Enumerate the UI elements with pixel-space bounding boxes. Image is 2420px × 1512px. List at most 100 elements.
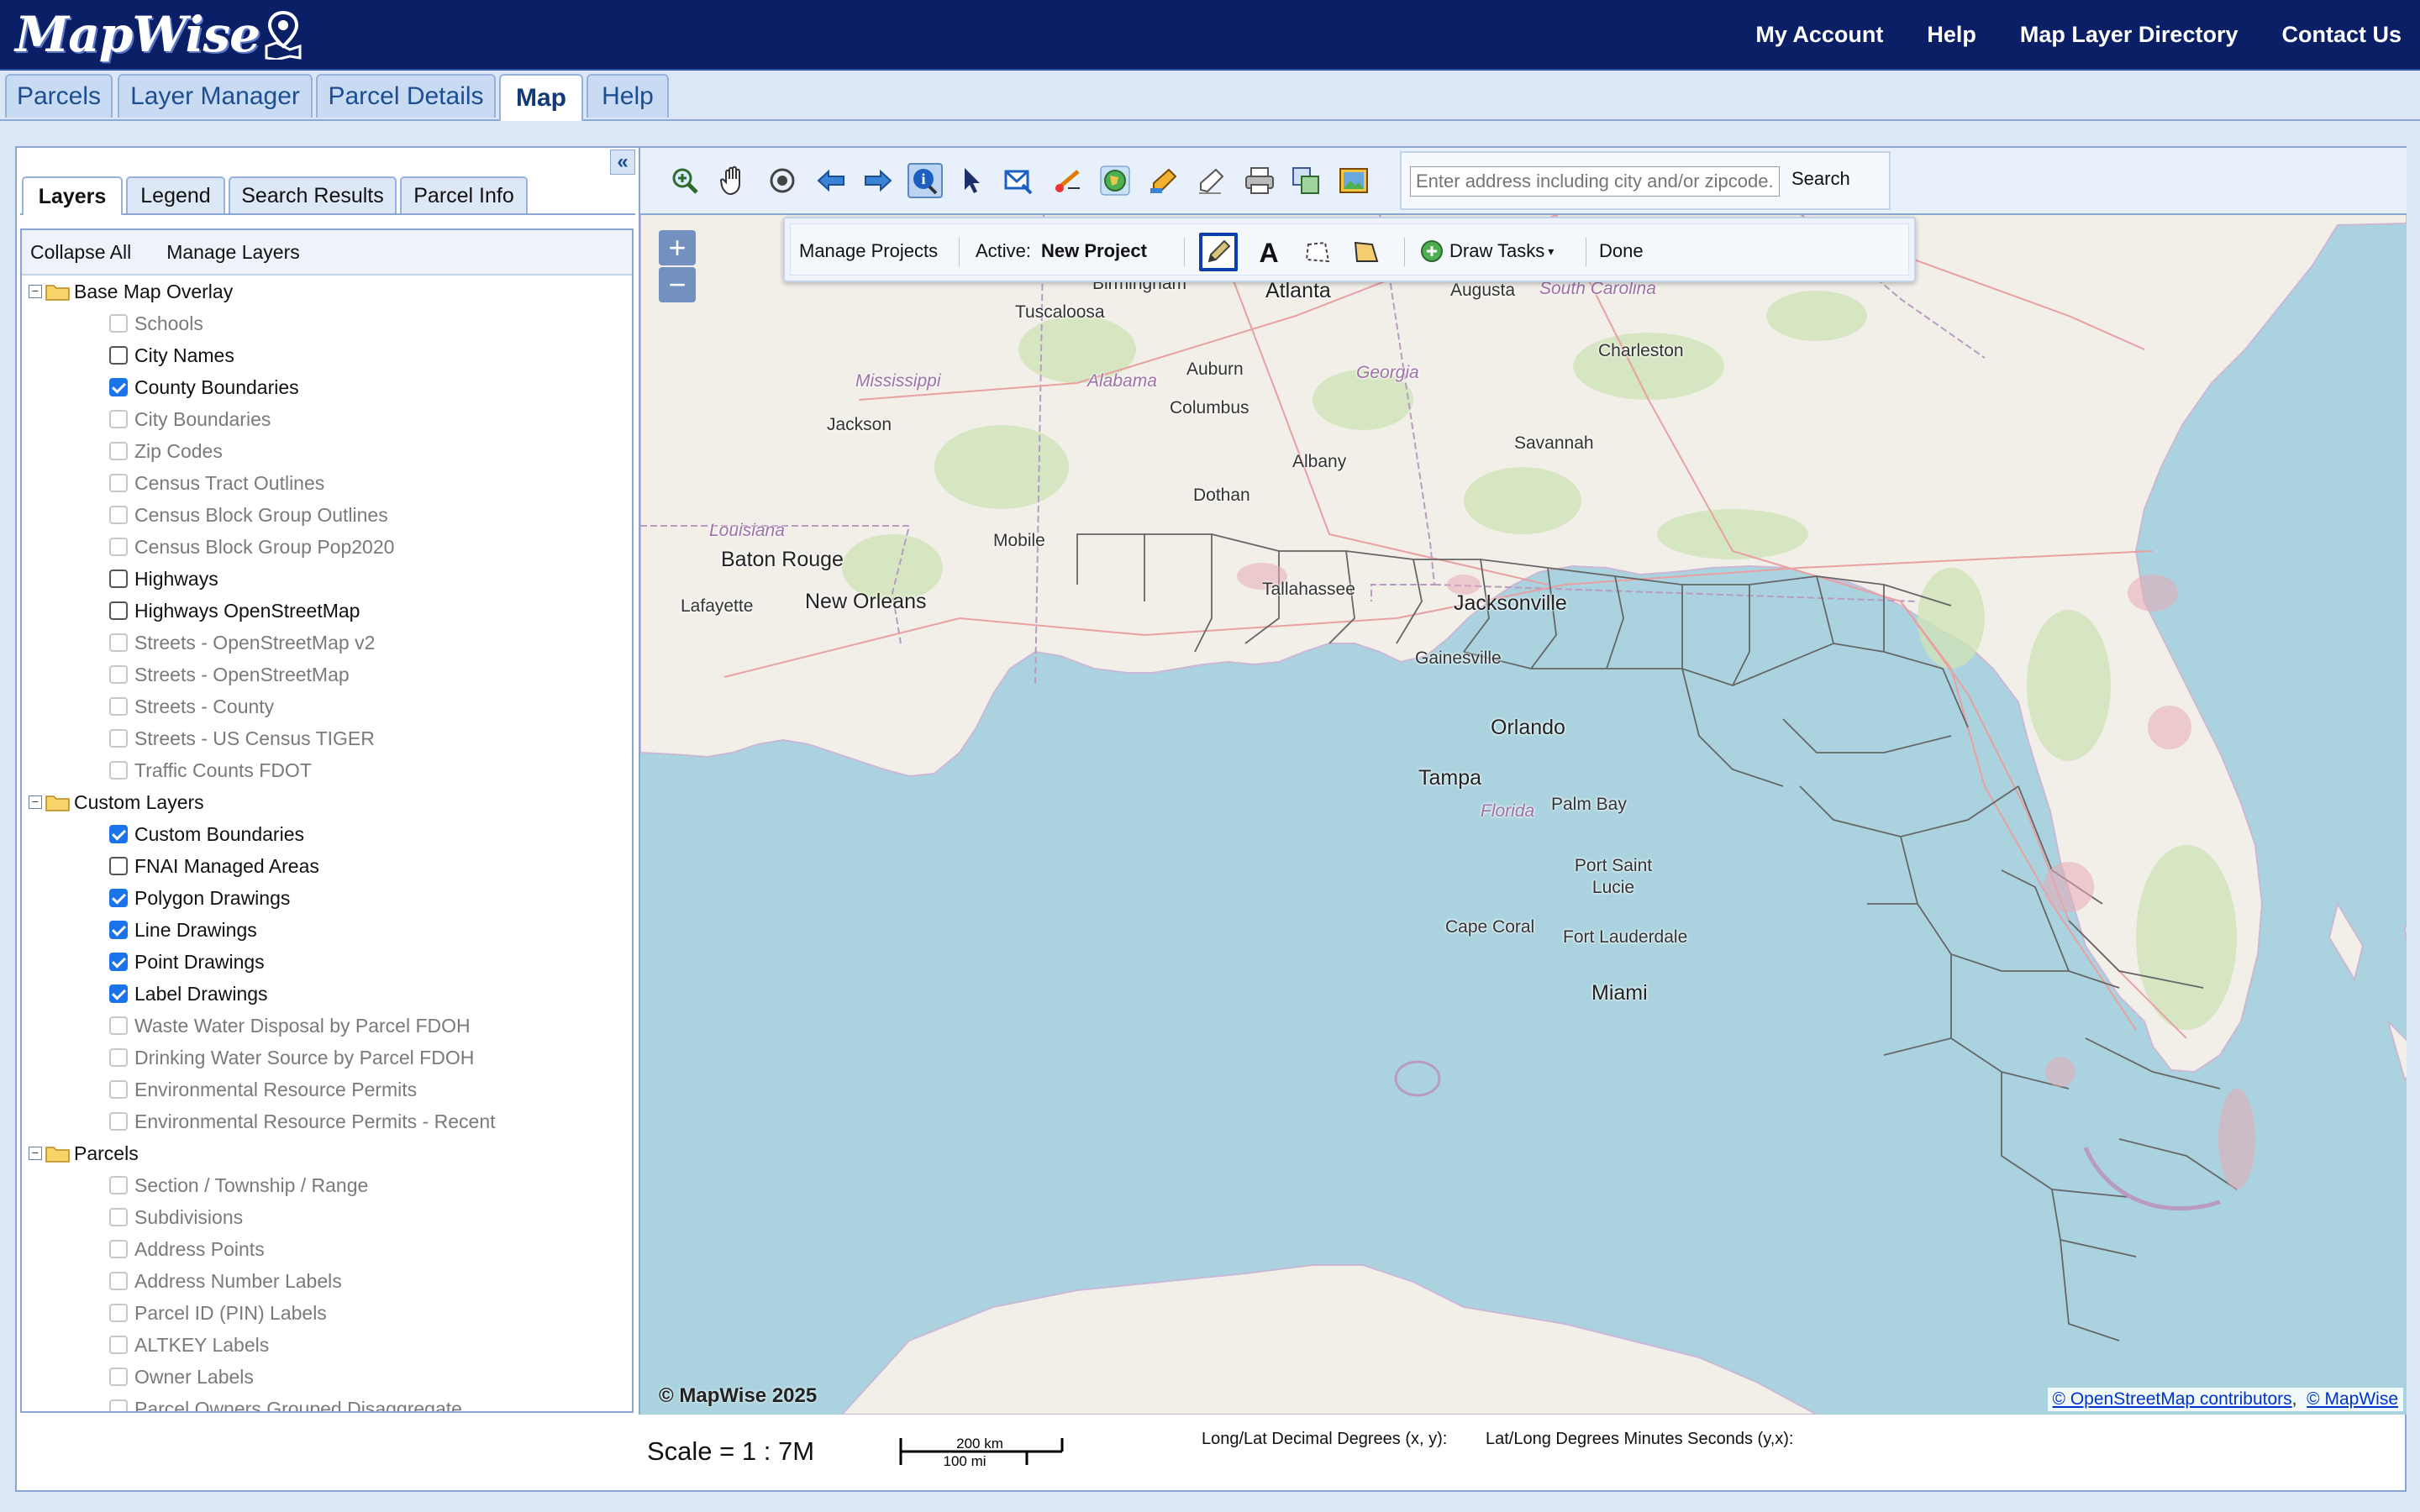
manage-layers-button[interactable]: Manage Layers [166,241,300,264]
tab-map[interactable]: Map [499,74,583,121]
layer-group[interactable]: − Parcels [22,1137,632,1169]
basemap[interactable] [640,148,2407,1415]
address-search-input[interactable] [1410,166,1780,197]
pan-hand-icon[interactable] [716,163,751,198]
tab-legend[interactable]: Legend [126,176,225,213]
layer-checkbox[interactable] [109,889,128,907]
tab-parcels[interactable]: Parcels [5,74,113,118]
contact-us-link[interactable]: Contact Us [2281,22,2402,48]
layer-item-label: Zip Codes [134,439,223,462]
layer-checkbox[interactable] [109,825,128,843]
layer-checkbox [109,538,128,556]
layer-item: Environmental Resource Permits - Recent [22,1105,632,1137]
map-label-jackson: Jackson [827,415,892,434]
edit-pencil-icon[interactable] [1146,163,1181,198]
map-label-jacksonville: Jacksonville [1454,591,1567,615]
tab-parcel-info[interactable]: Parcel Info [400,176,528,213]
tab-layer-manager[interactable]: Layer Manager [118,74,313,118]
layer-checkbox [109,1016,128,1035]
done-button[interactable]: Done [1599,224,1644,278]
draw-pencil-icon[interactable] [1193,163,1228,198]
zoom-control: + − [659,230,696,304]
collapse-toggle-icon[interactable]: − [29,285,42,298]
layer-tree: − Base Map Overlay Schools City Names County… [22,276,632,1411]
email-map-icon[interactable] [1002,163,1037,198]
text-label-icon[interactable]: A [1249,233,1288,271]
help-link[interactable]: Help [1927,22,1976,48]
export-layers-icon[interactable] [1289,163,1324,198]
layer-checkbox[interactable] [109,601,128,620]
map-label-georgia: Georgia [1356,363,1419,382]
layer-item-label: Section / Township / Range [134,1173,369,1196]
layer-item-label: Environmental Resource Permits - Recent [134,1110,496,1132]
collapse-toggle-icon[interactable]: − [29,795,42,809]
map-layer-directory-link[interactable]: Map Layer Directory [2020,22,2238,48]
draw-line-pencil-icon[interactable] [1199,233,1238,271]
collapse-panel-button[interactable]: « [610,150,635,175]
tab-parcel-details[interactable]: Parcel Details [316,74,496,118]
layer-checkbox[interactable] [109,921,128,939]
layer-checkbox[interactable] [109,570,128,588]
layer-checkbox[interactable] [109,984,128,1003]
layer-checkbox [109,410,128,428]
layer-checkbox [109,1399,128,1411]
my-account-link[interactable]: My Account [1755,22,1883,48]
layer-item: Parcel ID (PIN) Labels [22,1297,632,1329]
layer-group-label: Custom Layers [74,790,204,813]
map-label-miami: Miami [1591,981,1648,1005]
image-export-icon[interactable] [1336,163,1371,198]
tab-layers[interactable]: Layers [22,176,123,215]
tab-help[interactable]: Help [587,74,669,118]
toolbar-divider [1404,238,1405,266]
measure-icon[interactable] [1050,163,1086,198]
map-view[interactable]: Birmingham Atlanta Augusta South Carolin… [639,148,2407,1415]
layer-item-label: Address Number Labels [134,1269,342,1292]
zoom-in-button[interactable]: + [659,230,696,265]
draw-polygon-icon[interactable] [1298,233,1337,271]
map-label-palm-bay: Palm Bay [1551,795,1627,814]
info-icon[interactable]: i [908,163,943,198]
layer-item-label: Waste Water Disposal by Parcel FDOH [134,1014,471,1037]
tab-search-results[interactable]: Search Results [229,176,397,213]
map-label-auburn: Auburn [1186,360,1244,379]
scale-bar: 200 km 100 mi [899,1436,1064,1469]
openstreetmap-link[interactable]: © OpenStreetMap contributors [2053,1389,2292,1409]
drawing-toolbar-inner: Manage Projects Active: New Project A Dr… [790,223,1909,276]
mapwise-logo[interactable]: MapWise [15,5,303,64]
map-label-cape-coral: Cape Coral [1445,917,1535,937]
layer-checkbox[interactable] [109,378,128,396]
forward-arrow-icon[interactable] [860,163,896,198]
layer-checkbox[interactable] [109,857,128,875]
mapwise-link[interactable]: © MapWise [2307,1389,2398,1409]
layer-checkbox[interactable] [109,953,128,971]
layer-checkbox [109,1080,128,1099]
layer-checkbox [109,1208,128,1226]
layer-item-label: Point Drawings [134,950,265,973]
layer-item: Address Number Labels [22,1265,632,1297]
zoom-in-icon[interactable] [667,163,702,198]
back-arrow-icon[interactable] [813,163,849,198]
layer-checkbox [109,1176,128,1194]
layer-checkbox[interactable] [109,346,128,365]
layer-item-label: Custom Boundaries [134,822,304,845]
locate-target-icon[interactable] [765,163,800,198]
draw-tasks-menu[interactable]: Draw Tasks ▾ [1419,224,1554,278]
manage-projects-button[interactable]: Manage Projects [799,224,938,278]
layer-group[interactable]: − Base Map Overlay [22,276,632,307]
collapse-all-button[interactable]: Collapse All [30,241,131,264]
print-icon[interactable] [1242,163,1277,198]
layer-checkbox [109,729,128,748]
search-button[interactable]: Search [1791,168,1850,190]
map-label-port-saint-lucie: Port Saint Lucie [1574,856,1653,897]
earth-view-icon[interactable] [1097,163,1133,198]
layer-item: FNAI Managed Areas [22,850,632,882]
zoom-out-button[interactable]: − [659,267,696,302]
layer-item-label: Address Points [134,1237,265,1260]
svg-text:i: i [921,171,925,187]
draw-shape-icon[interactable] [1347,233,1386,271]
layer-checkbox [109,1304,128,1322]
layer-item: Highways OpenStreetMap [22,595,632,627]
collapse-toggle-icon[interactable]: − [29,1147,42,1160]
select-pointer-icon[interactable] [955,163,990,198]
layer-group[interactable]: − Custom Layers [22,786,632,818]
